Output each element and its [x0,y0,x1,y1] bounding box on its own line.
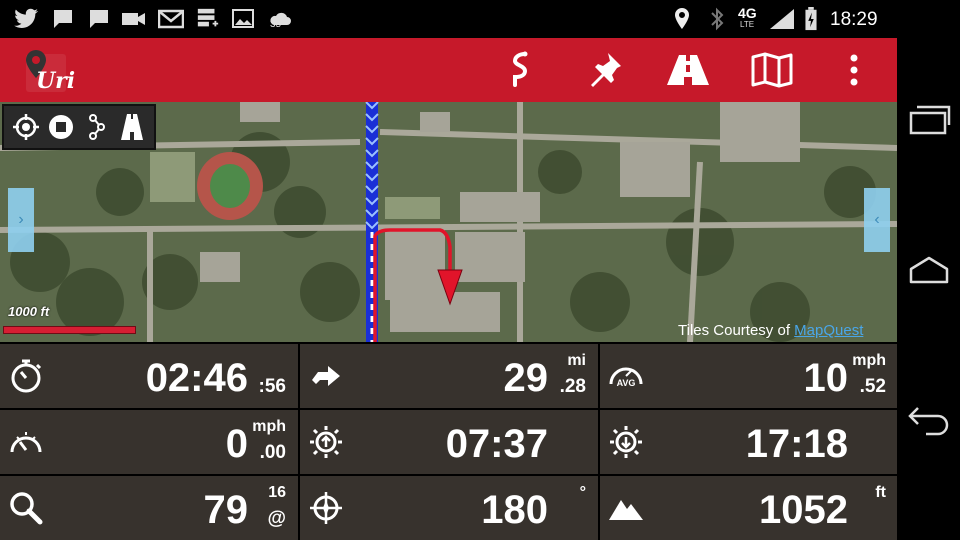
map-icon [751,52,793,88]
route-icon [512,51,528,87]
stat-elevation[interactable]: 1052 ft [600,476,898,540]
back-button[interactable] [903,394,955,446]
app-logo[interactable]: Uri [22,48,75,94]
scale-label: 1000 ft [8,304,50,319]
stat-sub-top: mph [252,418,286,435]
stat-sub-bottom: .52 [859,376,886,397]
signal-icon [770,9,794,29]
stat-sub-bottom: @ [267,508,286,529]
app-logo-text: Uri [36,68,76,94]
stat-sub-top: ft [875,484,886,501]
attribution-text: Tiles Courtesy of [678,322,795,339]
attribution-link[interactable]: MapQuest [794,322,863,339]
road-button[interactable] [664,50,712,90]
battery-icon [805,7,817,31]
stat-sub-bottom: .00 [259,442,286,463]
stopwatch-icon [11,359,42,393]
back-icon [908,407,949,436]
network-type: 4G [738,5,757,21]
overflow-menu-button[interactable] [830,50,878,90]
waypoints-button[interactable] [82,112,112,142]
road-icon [667,55,709,85]
chevron-right-icon: › [18,211,24,228]
stat-value: 0 [225,422,248,466]
stat-value: 29 [503,356,549,400]
overflow-menu-icon [850,54,858,86]
compass-icon [310,492,342,524]
stat-value: 1052 [759,488,848,532]
sunrise-icon [310,426,342,458]
road-toggle-button[interactable] [117,112,147,142]
image-icon [232,9,254,28]
sunset-icon [610,426,642,458]
message-icon [90,10,108,28]
stat-value: 02:46 [145,356,248,400]
locate-icon [12,114,39,140]
location-icon [675,8,689,29]
pin-button[interactable] [580,50,628,90]
clock: 18:29 [830,9,878,30]
stat-sub-bottom: .28 [559,376,586,397]
stat-sub-bottom: :56 [258,376,286,397]
locate-button[interactable] [11,112,41,142]
storage-icon [197,8,219,27]
twitter-icon [14,8,38,28]
stat-heading[interactable]: 180 ° [300,476,598,540]
stat-sub-top: ° [579,484,586,501]
bluetooth-icon [711,7,724,31]
stat-sunrise[interactable]: 07:37 [300,410,598,474]
stat-value: 79 [203,488,249,532]
stat-elapsed-time[interactable]: 02:46 :56 [0,344,298,408]
stat-satellites[interactable]: 79 16 @ [0,476,298,540]
waypoints-icon [88,114,105,140]
stat-value: 17:18 [745,422,848,466]
video-icon [122,13,145,25]
status-bar: 35° 4G LTE 18:29 [0,0,960,38]
stat-sub-top: 16 [268,484,286,501]
stats-grid: 02:46 :56 29 mi .28 AVG 10 mph .52 0 mph… [0,342,898,540]
network-sub: LTE [740,20,755,29]
speedometer-icon [10,432,42,453]
stat-distance[interactable]: 29 mi .28 [300,344,598,408]
stat-speed[interactable]: 0 mph .00 [0,410,298,474]
road-icon [121,114,144,140]
pin-icon [591,53,621,87]
temperature-text: 35° [270,19,286,30]
message-icon [54,10,72,28]
map-attribution: Tiles Courtesy of MapQuest [678,322,863,339]
stop-icon [49,115,74,139]
stat-sub-top: mi [567,352,586,369]
recent-apps-button[interactable] [903,94,955,146]
svg-text:AVG: AVG [617,378,636,388]
gmail-icon [158,9,184,29]
system-nav-bar [897,0,960,540]
left-panel-tab[interactable]: › [8,188,34,252]
home-button[interactable] [903,244,955,296]
map-button[interactable] [748,50,796,90]
right-panel-tab[interactable]: ‹ [864,188,890,252]
stat-value: 180 [481,488,548,532]
action-bar: Uri [0,38,897,102]
map-toolbar [2,104,156,150]
home-icon [909,256,949,284]
stat-value: 10 [803,356,849,400]
stat-value: 07:37 [445,422,548,466]
avg-speed-icon: AVG [609,367,643,388]
chevron-left-icon: ‹ [874,211,880,228]
stat-sub-top: mph [852,352,886,369]
stat-avg-speed[interactable]: AVG 10 mph .52 [600,344,898,408]
elevation-icon [609,500,643,520]
distance-arrow-icon [312,366,340,386]
scale-bar [3,326,136,334]
satellite-search-icon [10,492,43,525]
stop-button[interactable] [46,112,76,142]
route-button[interactable] [496,50,544,90]
recent-apps-icon [909,105,951,135]
stat-sunset[interactable]: 17:18 [600,410,898,474]
